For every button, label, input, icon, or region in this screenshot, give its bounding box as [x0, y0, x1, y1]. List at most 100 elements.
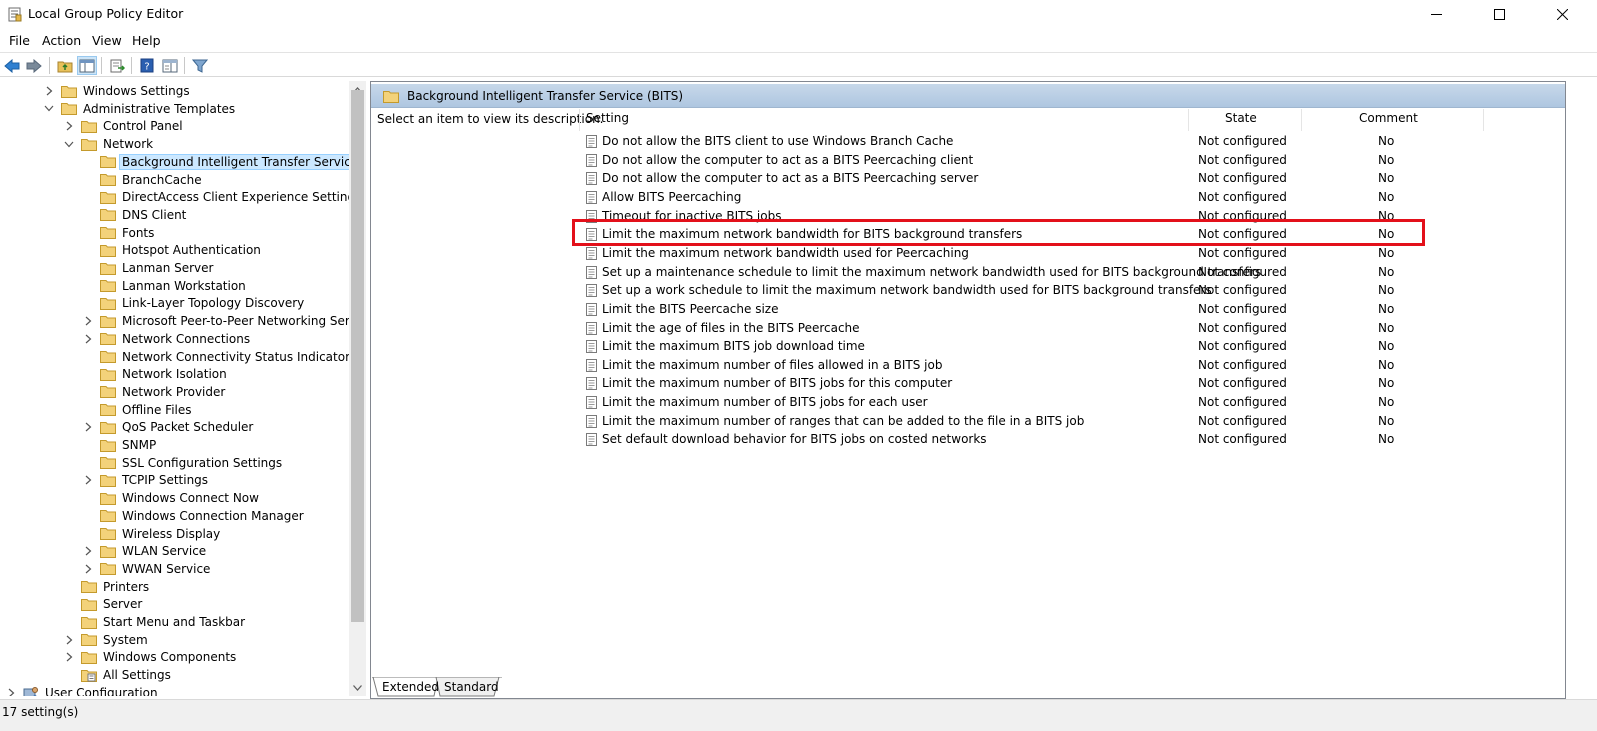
tree-scrollbar[interactable] — [349, 81, 366, 696]
setting-row[interactable]: Limit the maximum number of ranges that … — [584, 412, 1504, 431]
scrollbar-thumb[interactable] — [351, 90, 364, 622]
chevron-right-icon[interactable] — [64, 652, 74, 662]
tree-item-link-layer-topology-discovery[interactable]: Link-Layer Topology Discovery — [83, 294, 307, 312]
tree-item-control-panel[interactable]: Control Panel — [64, 117, 186, 135]
tree-item-network[interactable]: Network — [64, 135, 156, 153]
tree-item-administrative-templates[interactable]: Administrative Templates — [44, 100, 238, 118]
setting-row[interactable]: Allow BITS Peercaching Not configured No — [584, 188, 1504, 207]
chevron-right-icon[interactable] — [6, 688, 16, 696]
setting-row[interactable]: Do not allow the computer to act as a BI… — [584, 151, 1504, 170]
tree-item-wwan-service[interactable]: WWAN Service — [83, 560, 213, 578]
tree-item-snmp[interactable]: SNMP — [83, 436, 159, 454]
menu-file[interactable]: File — [9, 33, 30, 48]
setting-row[interactable]: Do not allow the BITS client to use Wind… — [584, 132, 1504, 151]
tree-item-server[interactable]: Server — [64, 595, 145, 613]
tree-item-start-menu-and-taskbar[interactable]: Start Menu and Taskbar — [64, 613, 248, 631]
chevron-right-icon[interactable] — [64, 635, 74, 645]
tree-item-network-connectivity-status-indicator[interactable]: Network Connectivity Status Indicator — [83, 348, 353, 366]
setting-name: Limit the maximum network bandwidth used… — [602, 245, 969, 260]
setting-comment: No — [1378, 171, 1395, 186]
setting-row[interactable]: Set up a maintenance schedule to limit t… — [584, 263, 1504, 282]
tab-extended[interactable]: Extended — [382, 677, 439, 697]
chevron-right-icon[interactable] — [83, 564, 93, 574]
tree-item-ssl-configuration-settings[interactable]: SSL Configuration Settings — [83, 454, 285, 472]
setting-row[interactable]: Limit the age of files in the BITS Peerc… — [584, 319, 1504, 338]
scroll-down-arrow[interactable] — [349, 679, 366, 696]
tree-item-branchcache[interactable]: BranchCache — [83, 171, 205, 189]
tree-item-network-connections[interactable]: Network Connections — [83, 330, 253, 348]
setting-row[interactable]: Limit the maximum number of BITS jobs fo… — [584, 393, 1504, 412]
export-list-icon — [110, 59, 125, 72]
tab-standard[interactable]: Standard — [444, 677, 499, 697]
setting-row[interactable]: Limit the maximum network bandwidth used… — [584, 244, 1504, 263]
setting-comment: No — [1378, 134, 1395, 148]
chevron-right-icon[interactable] — [83, 334, 93, 344]
back-button[interactable] — [2, 56, 22, 75]
chevron-right-icon[interactable] — [64, 121, 74, 131]
tree-item-windows-settings[interactable]: Windows Settings — [44, 82, 193, 100]
chevron-right-icon[interactable] — [83, 422, 93, 432]
show-hide-tree-button[interactable] — [77, 56, 97, 75]
policy-setting-icon — [586, 433, 597, 447]
tree-item-wlan-service[interactable]: WLAN Service — [83, 542, 209, 560]
tree-item-hotspot-authentication[interactable]: Hotspot Authentication — [83, 241, 264, 259]
tree-item-network-provider[interactable]: Network Provider — [83, 383, 228, 401]
chevron-right-icon[interactable] — [44, 86, 54, 96]
filter-button[interactable] — [190, 56, 210, 75]
tree-item-all-settings[interactable]: All Settings — [64, 666, 174, 684]
setting-row[interactable]: Set default download behavior for BITS j… — [584, 430, 1504, 449]
extended-view-button[interactable] — [160, 56, 180, 75]
chevron-right-icon[interactable] — [83, 546, 93, 556]
column-header-state[interactable]: State — [1225, 111, 1257, 131]
tree-item-fonts[interactable]: Fonts — [83, 224, 157, 242]
tree-item-windows-components[interactable]: Windows Components — [64, 648, 239, 666]
setting-row[interactable]: Limit the maximum number of BITS jobs fo… — [584, 374, 1504, 393]
details-header: Background Intelligent Transfer Service … — [371, 84, 1565, 108]
tree-item-background-intelligent-transfer-service-bits[interactable]: Background Intelligent Transfer Service … — [83, 153, 365, 171]
chevron-right-icon[interactable] — [83, 475, 93, 485]
tree-item-network-isolation[interactable]: Network Isolation — [83, 365, 230, 383]
tree-item-wireless-display[interactable]: Wireless Display — [83, 525, 223, 543]
setting-row[interactable]: Limit the BITS Peercache size Not configu… — [584, 300, 1504, 319]
tree-item-label: Network Isolation — [122, 367, 227, 382]
up-folder-button[interactable] — [55, 56, 75, 75]
column-header-setting[interactable]: Setting — [586, 111, 629, 131]
close-button[interactable] — [1539, 0, 1585, 29]
menu-action[interactable]: Action — [42, 33, 81, 48]
chevron-down-icon[interactable] — [44, 104, 54, 114]
tree-item-offline-files[interactable]: Offline Files — [83, 401, 195, 419]
tree-item-windows-connection-manager[interactable]: Windows Connection Manager — [83, 507, 307, 525]
folder-icon — [100, 173, 116, 186]
setting-row[interactable]: Do not allow the computer to act as a BI… — [584, 169, 1504, 188]
setting-row[interactable]: Set up a work schedule to limit the maxi… — [584, 281, 1504, 300]
tree-item-system[interactable]: System — [64, 631, 151, 649]
policy-setting-icon — [586, 246, 597, 260]
maximize-button[interactable] — [1476, 0, 1522, 29]
tree-item-user-configuration[interactable]: User Configuration — [6, 684, 161, 696]
tree-item-microsoft-peer-to-peer-networking-services[interactable]: Microsoft Peer-to-Peer Networking Servic… — [83, 312, 365, 330]
tree-item-windows-connect-now[interactable]: Windows Connect Now — [83, 489, 262, 507]
help-button[interactable]: ? — [137, 56, 157, 75]
chevron-right-icon[interactable] — [83, 316, 93, 326]
tree-item-lanman-workstation[interactable]: Lanman Workstation — [83, 277, 249, 295]
tree-item-qos-packet-scheduler[interactable]: QoS Packet Scheduler — [83, 418, 256, 436]
tree-item-dns-client[interactable]: DNS Client — [83, 206, 189, 224]
tree-item-label: TCPIP Settings — [122, 473, 209, 488]
tree-item-lanman-server[interactable]: Lanman Server — [83, 259, 216, 277]
chevron-down-icon[interactable] — [64, 139, 74, 149]
tree-item-directaccess-client-experience-settings[interactable]: DirectAccess Client Experience Settings — [83, 188, 364, 206]
folder-icon — [81, 138, 97, 151]
console-tree[interactable]: Windows Settings Administrative Templates… — [0, 81, 366, 696]
minimize-button[interactable] — [1413, 0, 1459, 29]
tree-item-printers[interactable]: Printers — [64, 578, 152, 596]
back-icon — [4, 58, 20, 73]
menu-view[interactable]: View — [92, 33, 122, 48]
forward-button[interactable] — [24, 56, 44, 75]
export-list-button[interactable] — [107, 56, 127, 75]
tree-item-tcpip-settings[interactable]: TCPIP Settings — [83, 471, 211, 489]
policy-setting-icon — [586, 340, 597, 354]
menu-help[interactable]: Help — [132, 33, 161, 48]
setting-row[interactable]: Limit the maximum number of files allowe… — [584, 356, 1504, 375]
column-header-comment[interactable]: Comment — [1359, 111, 1418, 131]
setting-row[interactable]: Limit the maximum BITS job download time… — [584, 337, 1504, 356]
